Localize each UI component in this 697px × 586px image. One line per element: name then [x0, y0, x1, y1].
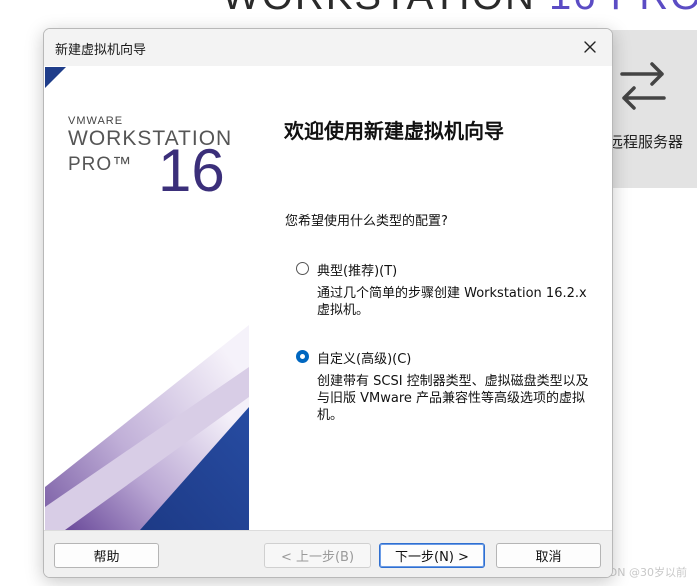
remote-server-label: 远程服务器 — [608, 133, 684, 151]
option-custom-label: 自定义(高级)(C) — [317, 352, 412, 367]
dialog-titlebar[interactable]: 新建虚拟机向导 — [44, 29, 612, 66]
next-button[interactable]: 下一步(N) > — [379, 543, 485, 568]
option-custom-description: 创建带有 SCSI 控制器类型、虚拟磁盘类型以及与旧版 VMware 产品兼容性… — [317, 374, 589, 423]
config-question: 您希望使用什么类型的配置? — [285, 214, 448, 229]
corner-triangle — [45, 67, 66, 88]
radio-typical[interactable] — [296, 262, 309, 275]
help-button[interactable]: 帮助 — [54, 543, 159, 568]
page-heading: 欢迎使用新建虚拟机向导 — [284, 119, 504, 143]
background-app-title-accent: 16 PRO — [536, 0, 697, 18]
dialog-title: 新建虚拟机向导 — [55, 43, 147, 58]
cancel-button[interactable]: 取消 — [496, 543, 601, 568]
close-button[interactable] — [576, 33, 604, 61]
back-button[interactable]: < 上一步(B) — [264, 543, 371, 568]
close-icon — [584, 41, 596, 53]
option-typical-description: 通过几个简单的步骤创建 Workstation 16.2.x 虚拟机。 — [317, 286, 587, 318]
transfer-arrows-icon — [620, 62, 666, 110]
brand-text: VMWARE — [68, 115, 124, 127]
version-number: 16 — [158, 137, 225, 204]
option-typical-label: 典型(推荐)(T) — [317, 264, 398, 279]
radio-custom[interactable] — [296, 350, 309, 363]
background-app-title: WORKSTATION 16 PRO — [222, 0, 697, 19]
background-app-title-main: WORKSTATION — [222, 0, 536, 18]
dialog-footer: 帮助 < 上一步(B) 下一步(N) > 取消 — [44, 530, 612, 577]
vmware-logo: VMWARE WORKSTATION PRO™ 16 — [68, 109, 248, 209]
edition-text: PRO™ — [68, 154, 133, 175]
new-vm-wizard-dialog: 新建虚拟机向导 VMWARE WORKSTATION PRO™ 16 欢迎使用新… — [43, 28, 613, 578]
wizard-content: 欢迎使用新建虚拟机向导 您希望使用什么类型的配置? 典型(推荐)(T) 通过几个… — [250, 67, 612, 530]
